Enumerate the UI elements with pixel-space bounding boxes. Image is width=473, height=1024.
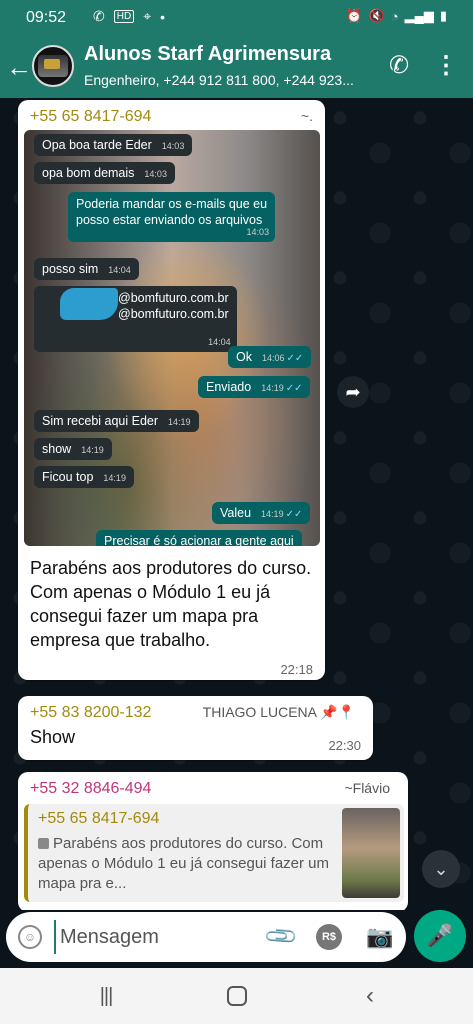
image-chat-msg: Opa boa tarde Eder 14:03: [34, 134, 193, 156]
photo-icon: [38, 838, 49, 849]
group-avatar[interactable]: [32, 45, 74, 87]
image-chat-msg: show 14:19: [34, 438, 112, 460]
message-time: 22:30: [328, 738, 361, 753]
composer-bar: ☺ 📎 R$ 📷 🎤: [0, 910, 473, 968]
add-call-icon[interactable]: ✆: [385, 52, 413, 80]
message-sender-name: ~.: [300, 108, 313, 124]
chat-header: ← Alunos Starf Agrimensura Engenheiro, +…: [0, 36, 473, 98]
message-bubble[interactable]: +55 83 8200-132 THIAGO LUCENA 📌📍 Show 22…: [18, 696, 373, 760]
nav-back-icon[interactable]: ‹: [358, 982, 382, 1010]
back-arrow-icon[interactable]: ←: [6, 52, 32, 82]
battery-icon: ▮: [439, 8, 447, 23]
quoted-thumbnail: [342, 808, 400, 898]
camera-icon[interactable]: 📷: [366, 924, 394, 950]
message-sender-name: THIAGO LUCENA 📌📍: [202, 704, 355, 720]
system-nav-bar: ||| ‹: [0, 968, 473, 1024]
message-time: 22:18: [280, 662, 313, 677]
status-bar: 09:52 ✆ HD ⌖ • ⏰ 🔇 ◔ ▂▄▆ ▮: [0, 0, 473, 36]
quoted-message[interactable]: +55 65 8417-694 Parabéns aos produtores …: [24, 804, 404, 902]
message-input-container: ☺ 📎 R$ 📷: [6, 912, 406, 962]
image-chat-msg: Ok 14:06 ✓✓: [228, 346, 312, 368]
forward-icon[interactable]: ➦: [337, 376, 369, 408]
image-chat-msg: posso sim 14:04: [34, 258, 139, 280]
message-text: Show: [30, 727, 76, 747]
wifi-icon: ◔: [390, 8, 399, 24]
message-text: Parabéns aos produtores do curso. Com ap…: [30, 558, 312, 650]
image-chat-msg: Enviado 14:19 ✓✓: [198, 376, 311, 398]
message-input[interactable]: [54, 920, 254, 954]
quoted-text: Parabéns aos produtores do curso. Com ap…: [38, 835, 330, 892]
redaction-scribble: [60, 288, 118, 320]
attach-icon[interactable]: 📎: [262, 918, 300, 956]
status-time: 09:52: [26, 9, 67, 26]
image-chat-msg: Precisar é só acionar a gente aqui: [96, 530, 302, 546]
status-right-icons: ⏰ 🔇 ◔ ▂▄▆ ▮: [346, 8, 447, 24]
image-chat-msg: Sim recebi aqui Eder 14:19: [34, 410, 199, 432]
image-chat-msg: @bomfuturo.com.br @bomfuturo.com.br 14:04: [34, 286, 237, 352]
message-image[interactable]: Opa boa tarde Eder 14:03 opa bom demais 14…: [24, 130, 320, 546]
mic-button[interactable]: 🎤: [414, 910, 466, 962]
signal-icon: ▂▄▆: [404, 8, 434, 23]
message-bubble-reply[interactable]: +55 32 8846-494 ~Flávio +55 65 8417-694 …: [18, 772, 408, 910]
chat-area[interactable]: +55 65 8417-694 ~. Opa boa tarde Eder 14:…: [0, 98, 473, 910]
dot-icon: •: [160, 8, 165, 25]
image-chat-msg: Poderia mandar os e-mails que eu posso e…: [68, 192, 276, 242]
chat-members[interactable]: Engenheiro, +244 912 811 800, +244 923..…: [84, 72, 374, 88]
quoted-sender: +55 65 8417-694: [38, 810, 160, 827]
image-chat-msg: opa bom demais 14:03: [34, 162, 175, 184]
message-sender[interactable]: +55 65 8417-694: [30, 108, 151, 126]
more-vert-icon[interactable]: ⋮: [434, 52, 458, 80]
alarm-icon: ⏰: [346, 8, 363, 23]
chat-title[interactable]: Alunos Starf Agrimensura: [84, 43, 331, 66]
message-sender[interactable]: +55 32 8846-494: [30, 780, 151, 798]
location-icon: ⌖: [143, 8, 152, 24]
message-bubble-image[interactable]: +55 65 8417-694 ~. Opa boa tarde Eder 14:…: [18, 100, 325, 680]
scroll-down-icon[interactable]: ⌄: [422, 850, 460, 888]
status-left-icons: ✆ HD ⌖ •: [93, 8, 165, 25]
emoji-icon[interactable]: ☺: [18, 925, 42, 949]
message-sender[interactable]: +55 83 8200-132: [30, 704, 151, 722]
image-chat-msg: Valeu 14:19 ✓✓: [212, 502, 311, 524]
recents-icon[interactable]: |||: [94, 984, 118, 1008]
hd-icon: HD: [113, 10, 135, 23]
mute-icon: 🔇: [368, 8, 385, 23]
home-icon[interactable]: [227, 986, 247, 1006]
image-chat-msg: Ficou top 14:19: [34, 466, 134, 488]
message-sender-name: ~Flávio: [344, 780, 390, 796]
payment-icon[interactable]: R$: [316, 924, 342, 950]
missed-call-icon: ✆: [93, 8, 105, 24]
